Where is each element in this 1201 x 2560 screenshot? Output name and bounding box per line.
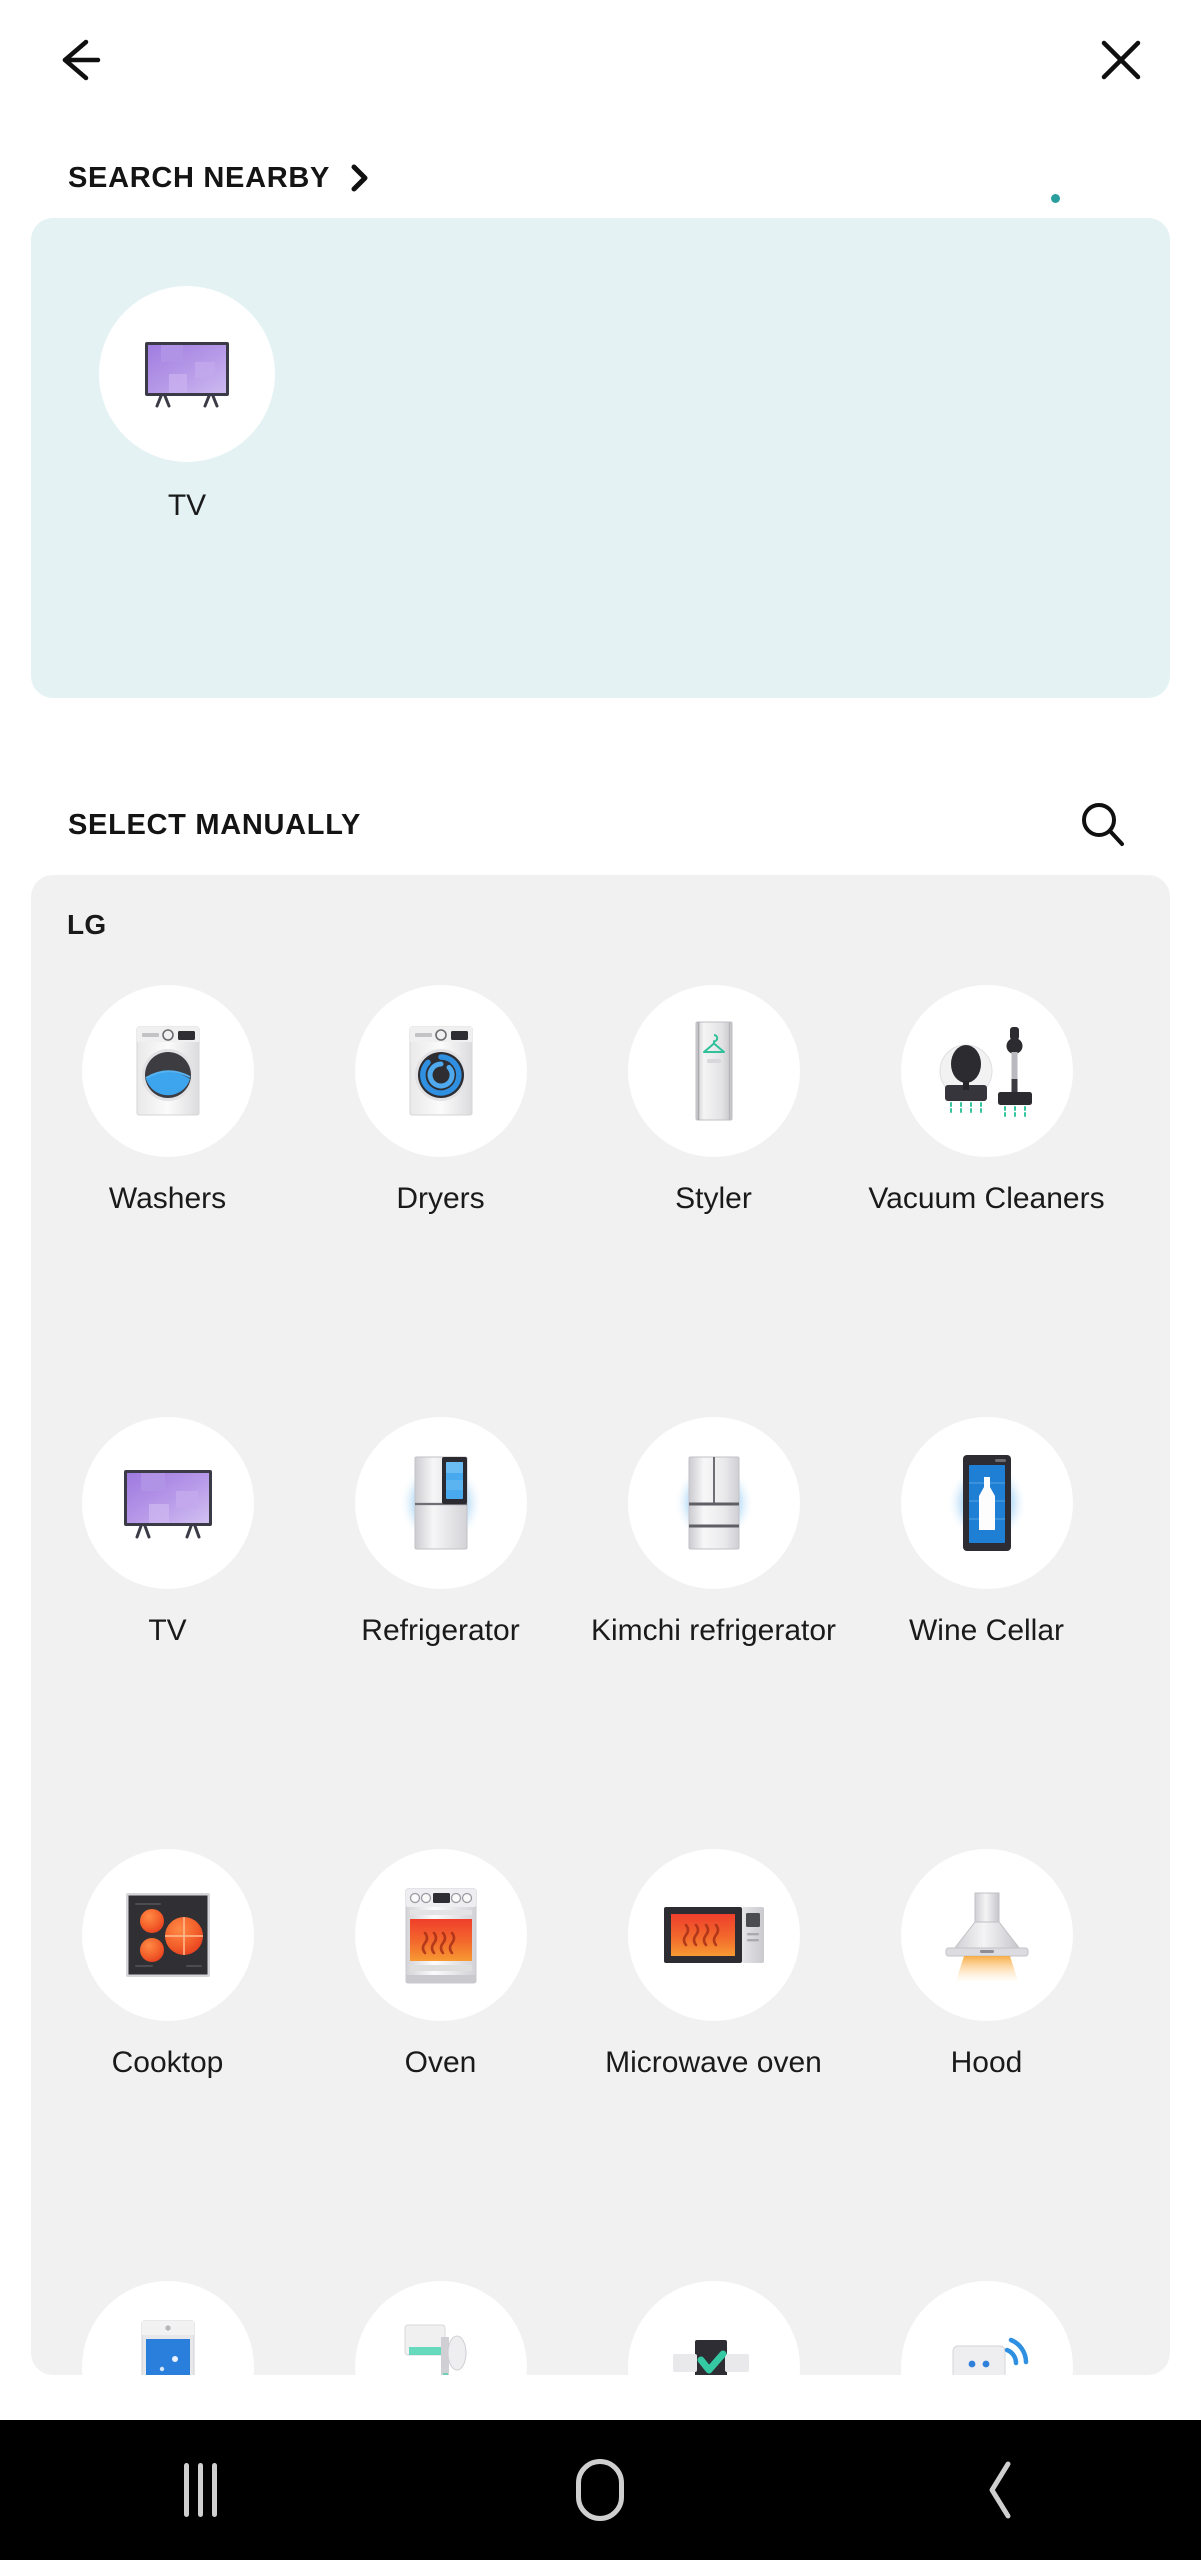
appliance-item-microwave-oven[interactable]: Microwave oven <box>577 1831 850 2263</box>
search-icon <box>1082 803 1124 846</box>
appliance-item-kimchi-refrigerator[interactable]: Kimchi refrigerator <box>577 1399 850 1831</box>
tv-icon <box>99 286 275 462</box>
appliance-item-14[interactable] <box>304 2263 577 2375</box>
appliance-label: Washers <box>108 1182 227 1215</box>
appliance-item-dryers[interactable]: Dryers <box>304 967 577 1399</box>
air-care-icon <box>627 2281 800 2375</box>
kimchi-refrigerator-icon <box>627 1417 800 1589</box>
appliance-item-vacuum-cleaners[interactable]: Vacuum Cleaners <box>850 967 1123 1399</box>
appliance-label: Cooktop <box>111 2046 224 2079</box>
cooktop-icon <box>81 1849 254 2021</box>
recents-button[interactable] <box>0 2420 400 2560</box>
oven-icon <box>354 1849 527 2021</box>
appliance-item-oven[interactable]: Oven <box>304 1831 577 2263</box>
appliance-item-16[interactable] <box>850 2263 1123 2375</box>
wine-cellar-icon <box>900 1417 1073 1589</box>
hood-icon <box>900 1849 1073 2021</box>
appliance-label: Hood <box>950 2046 1023 2079</box>
close-button[interactable] <box>1079 18 1163 102</box>
appliance-item-13[interactable] <box>31 2263 304 2375</box>
brand-label: LG <box>67 909 107 940</box>
chevron-right-icon[interactable] <box>348 163 372 193</box>
back-nav-button[interactable] <box>801 2420 1201 2560</box>
refrigerator-icon <box>354 1417 527 1589</box>
nearby-device-label: TV <box>167 489 207 522</box>
system-navigation-bar <box>0 2420 1201 2560</box>
nearby-device-tv[interactable]: TV <box>97 286 277 523</box>
back-button[interactable] <box>38 18 122 102</box>
dishwasher-icon <box>81 2281 254 2375</box>
appliance-item-15[interactable] <box>577 2263 850 2375</box>
device-registration-screen: SEARCH NEARBY TV SELECT MANUALLY LG Wash… <box>0 0 1201 2560</box>
select-manually-title: SELECT MANUALLY <box>68 808 361 841</box>
back-icon <box>989 2461 1011 2519</box>
appliance-label: Styler <box>675 1182 752 1215</box>
washer-icon <box>81 985 254 1157</box>
appliance-item-wine-cellar[interactable]: Wine Cellar <box>850 1399 1123 1831</box>
appliance-label: Kimchi refrigerator <box>590 1614 837 1647</box>
appliance-label: Oven <box>404 2046 477 2079</box>
close-icon <box>1101 40 1141 80</box>
search-nearby-title: SEARCH NEARBY <box>68 161 331 194</box>
appliance-label: Dryers <box>396 1182 485 1215</box>
select-manually-header: SELECT MANUALLY <box>0 795 1201 855</box>
recents-icon <box>183 2463 217 2517</box>
appliance-label: Refrigerator <box>361 1614 520 1647</box>
appliance-item-hood[interactable]: Hood <box>850 1831 1123 2263</box>
top-app-bar <box>0 0 1201 118</box>
nearby-devices-card: TV <box>31 218 1170 698</box>
appliance-label: TV <box>148 1614 187 1647</box>
appliance-label: Microwave oven <box>605 2046 822 2079</box>
water-purifier-icon <box>354 2281 527 2375</box>
appliance-item-refrigerator[interactable]: Refrigerator <box>304 1399 577 1831</box>
select-manually-panel: LG Washers Dryers Styler Vacuum Cleaners… <box>31 875 1170 2375</box>
dryer-icon <box>354 985 527 1157</box>
search-nearby-header[interactable]: SEARCH NEARBY <box>0 148 1201 208</box>
smart-sensor-icon <box>900 2281 1073 2375</box>
vacuum-cleaner-icon <box>900 985 1073 1157</box>
home-button[interactable] <box>400 2420 800 2560</box>
appliance-item-cooktop[interactable]: Cooktop <box>31 1831 304 2263</box>
appliance-item-washers[interactable]: Washers <box>31 967 304 1399</box>
home-icon <box>576 2459 625 2521</box>
tv-icon <box>81 1417 254 1589</box>
appliance-item-tv[interactable]: TV <box>31 1399 304 1831</box>
styler-icon <box>627 985 800 1157</box>
appliance-label: Vacuum Cleaners <box>868 1182 1105 1215</box>
scan-indicator-dot <box>1051 194 1060 203</box>
search-button[interactable] <box>1065 787 1141 863</box>
microwave-oven-icon <box>627 1849 800 2021</box>
arrow-left-icon <box>62 39 101 81</box>
appliance-grid: Washers Dryers Styler Vacuum Cleaners TV… <box>31 967 1170 2375</box>
appliance-label: Wine Cellar <box>908 1614 1065 1647</box>
appliance-item-styler[interactable]: Styler <box>577 967 850 1399</box>
